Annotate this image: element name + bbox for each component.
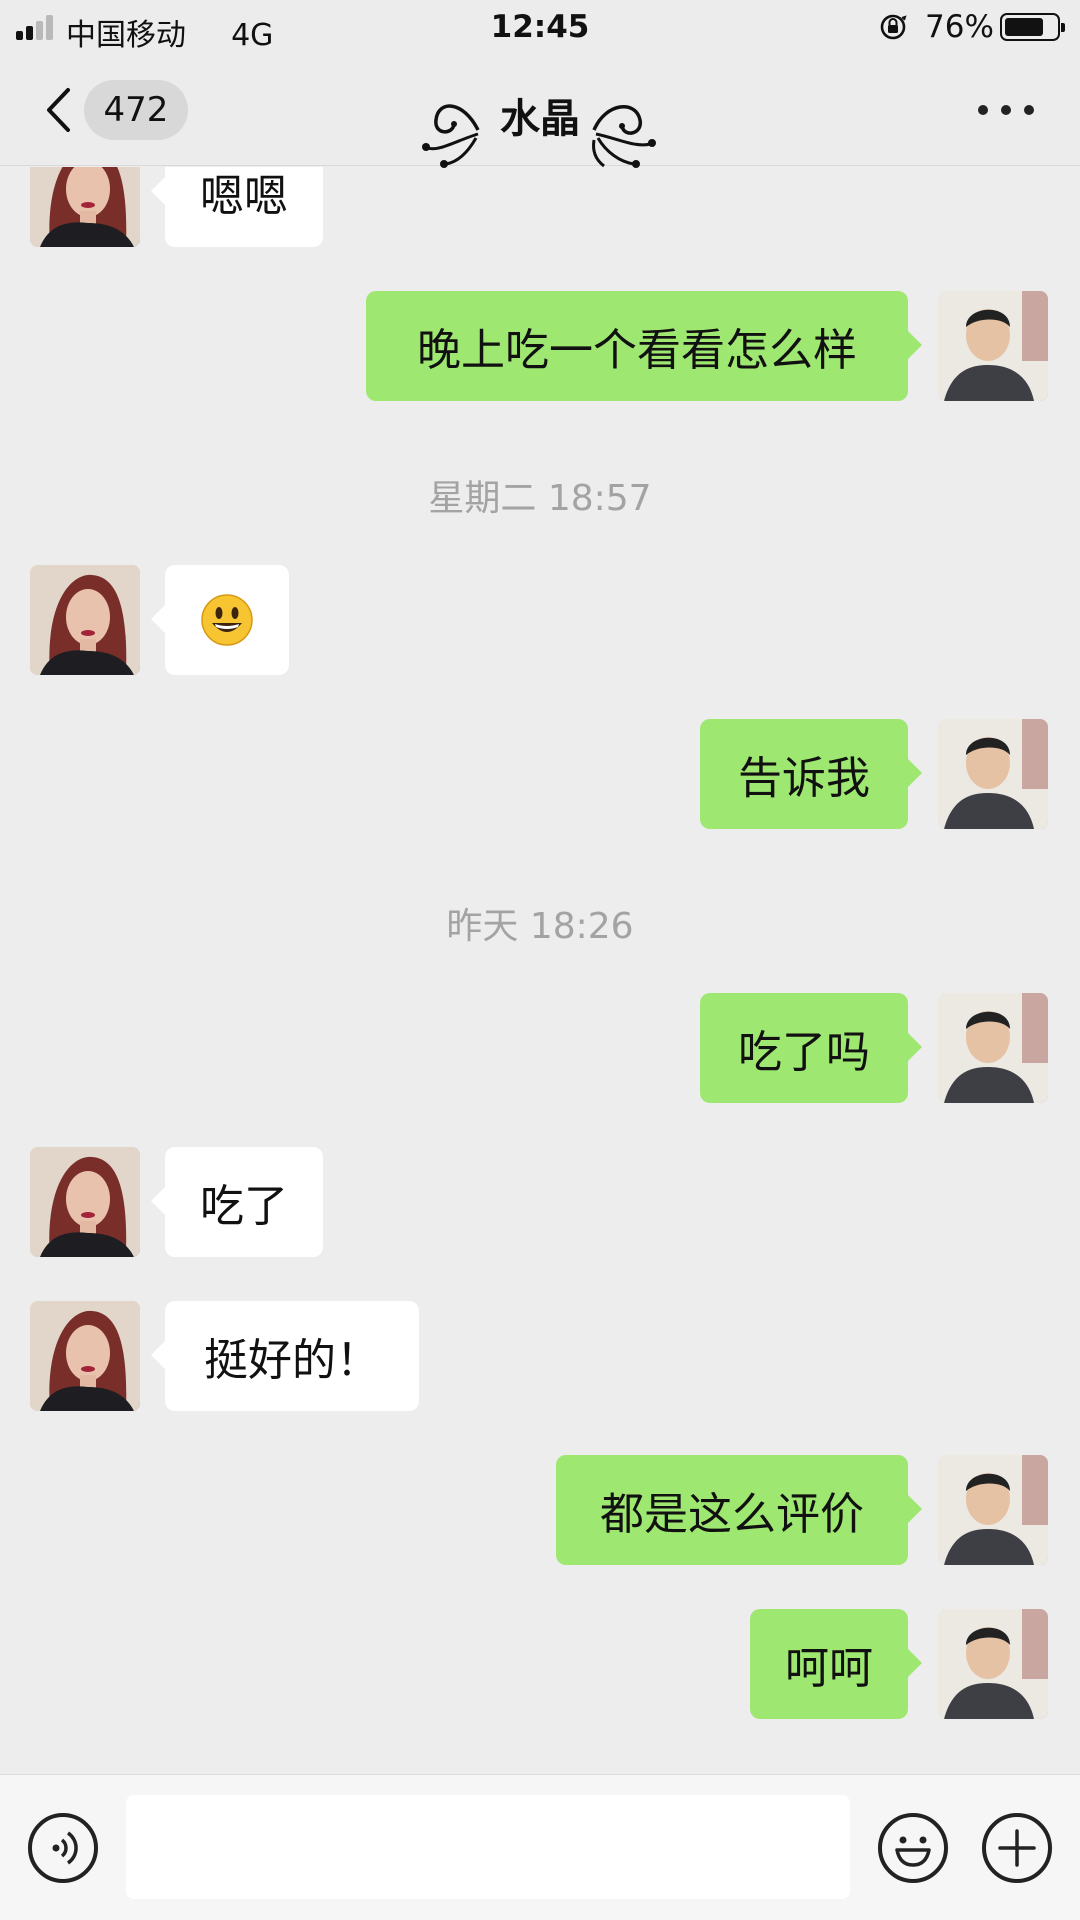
contact-avatar[interactable] — [30, 565, 140, 675]
top-bar: 中国移动 4G 12:45 76% 472 水晶 — [0, 0, 1080, 168]
my-avatar[interactable] — [938, 1609, 1048, 1719]
message-row: 挺好的！ — [0, 1301, 1080, 1411]
message-bubble-outgoing[interactable]: 晚上吃一个看看怎么样 — [366, 291, 922, 401]
message-row: 都是这么评价 — [0, 1455, 1080, 1565]
unread-count-badge[interactable]: 472 — [84, 80, 188, 140]
avatar-image — [30, 167, 140, 247]
my-avatar[interactable] — [938, 719, 1048, 829]
message-row: 吃了吗 — [0, 993, 1080, 1103]
battery-percent: 76% — [925, 9, 994, 45]
message-bubble-incoming[interactable]: 吃了 — [151, 1147, 323, 1257]
flourish-right-icon — [592, 104, 656, 168]
plus-icon — [998, 1829, 1036, 1867]
contact-avatar[interactable] — [30, 167, 140, 247]
message-bubble-outgoing[interactable]: 呵呵 — [750, 1609, 922, 1719]
status-time: 12:45 — [490, 9, 590, 45]
smiley-emoji-icon — [201, 594, 253, 646]
dot — [978, 105, 988, 115]
dot — [1001, 105, 1011, 115]
message-bubble-incoming[interactable]: 挺好的！ — [151, 1301, 419, 1411]
more-actions-button[interactable] — [982, 1813, 1052, 1883]
avatar-image — [30, 1301, 140, 1411]
message-row: 呵呵 — [0, 1609, 1080, 1719]
message-bubble-incoming[interactable]: 😃 — [151, 565, 289, 675]
message-row: 😃 — [0, 565, 1080, 675]
my-avatar[interactable] — [938, 993, 1048, 1103]
battery-fill — [1005, 18, 1043, 36]
dot — [1024, 105, 1034, 115]
message-input[interactable] — [126, 1795, 850, 1899]
message-row: 晚上吃一个看看怎么样 — [0, 291, 1080, 401]
timestamp: 星期二 18:57 — [428, 478, 652, 519]
chevron-left-icon — [47, 88, 70, 132]
avatar-image — [938, 1609, 1048, 1719]
message-bubble-outgoing[interactable]: 吃了吗 — [700, 993, 922, 1103]
battery-icon — [1000, 13, 1065, 41]
voice-button[interactable] — [28, 1813, 98, 1883]
message-bubble-incoming[interactable]: 嗯嗯 — [151, 167, 323, 247]
timestamp: 昨天 18:26 — [446, 906, 634, 947]
emoji-icon — [895, 1836, 931, 1867]
message-bubble-outgoing[interactable]: 告诉我 — [700, 719, 922, 829]
message-bubble-outgoing[interactable]: 都是这么评价 — [556, 1455, 922, 1565]
avatar-image — [938, 291, 1048, 401]
my-avatar[interactable] — [938, 291, 1048, 401]
my-avatar[interactable] — [938, 1455, 1048, 1565]
avatar-image — [938, 993, 1048, 1103]
contact-avatar[interactable] — [30, 1301, 140, 1411]
message-row: 告诉我 — [0, 719, 1080, 829]
rotation-lock-icon — [880, 14, 907, 40]
input-bar — [0, 1774, 1080, 1920]
avatar-image — [938, 1455, 1048, 1565]
back-button[interactable] — [40, 86, 76, 134]
status-bar: 中国移动 4G 12:45 76% — [0, 0, 1080, 56]
avatar-image — [30, 565, 140, 675]
avatar-image — [938, 719, 1048, 829]
avatar-image — [30, 1147, 140, 1257]
message-row: 嗯嗯 — [0, 167, 1080, 247]
contact-avatar[interactable] — [30, 1147, 140, 1257]
message-row: 吃了 — [0, 1147, 1080, 1257]
more-options-button[interactable] — [978, 98, 1034, 122]
chat-title-area: 水晶 — [420, 80, 660, 170]
voice-icon — [52, 1831, 78, 1865]
chat-area[interactable]: 嗯嗯 晚上吃一个看看怎么样 星期二 18:57 告诉我 昨天 18:26 吃了吗… — [0, 167, 1080, 1773]
emoji-button[interactable] — [878, 1813, 948, 1883]
